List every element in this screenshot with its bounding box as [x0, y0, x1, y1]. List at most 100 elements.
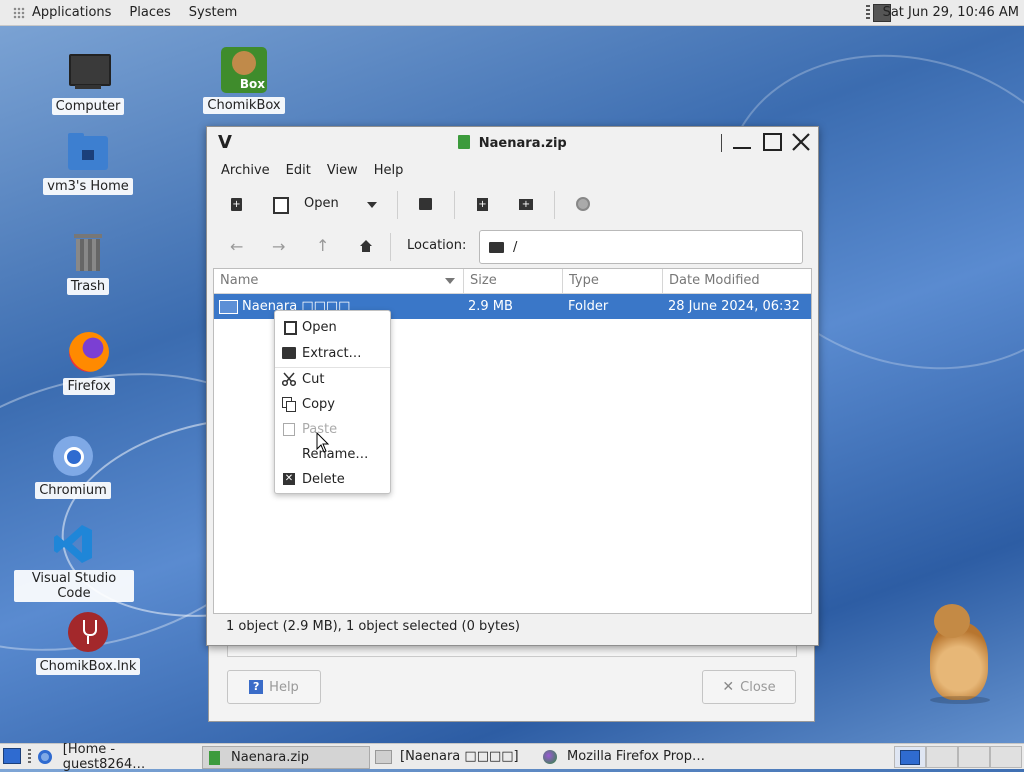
desktop-icon-trash[interactable]: Trash: [28, 230, 148, 295]
taskbar-item-folder[interactable]: [Naenara □□□□]: [375, 746, 535, 767]
clock[interactable]: Sat Jun 29, 10:46 AM: [883, 5, 1019, 20]
system-menu[interactable]: System: [180, 5, 246, 20]
open-archive-icon[interactable]: [273, 197, 289, 214]
sort-arrow-icon: [445, 278, 455, 284]
context-item-label: Copy: [302, 396, 335, 412]
context-item-rename[interactable]: Rename…: [275, 442, 390, 466]
context-item-label: Delete: [302, 471, 345, 487]
context-item-delete[interactable]: ✕ Delete: [275, 467, 390, 491]
row-size: 2.9 MB: [468, 299, 513, 314]
home-folder-icon: [66, 130, 110, 174]
context-item-cut[interactable]: Cut: [275, 367, 390, 391]
forward-icon[interactable]: →: [272, 237, 285, 256]
maximize-icon[interactable]: [763, 133, 782, 151]
help-icon: ?: [249, 680, 264, 694]
firefox-icon: [67, 330, 111, 374]
column-date[interactable]: Date Modified: [663, 269, 811, 293]
add-folder-icon[interactable]: +: [519, 199, 533, 210]
desktop-icon-label: vm3's Home: [43, 178, 133, 195]
minimize-icon[interactable]: [733, 147, 751, 149]
window-title-area: Naenara.zip: [207, 135, 818, 151]
desktop-icon-vscode[interactable]: Visual Studio Code: [14, 522, 134, 602]
desktop-icon-computer[interactable]: Computer: [28, 50, 148, 115]
window-titlebar[interactable]: V Naenara.zip: [207, 127, 818, 159]
navigation-bar: ← → ↑ Location: /: [207, 227, 818, 267]
vscode-icon: [52, 522, 96, 566]
desktop-icon-label: ChomikBox.lnk: [35, 658, 141, 675]
taskbar: [Home - guest8264… Naenara.zip [Naenara …: [0, 742, 1024, 772]
extract-icon[interactable]: [419, 198, 432, 210]
stop-icon[interactable]: [576, 197, 590, 211]
menu-archive[interactable]: Archive: [213, 163, 278, 178]
places-menu[interactable]: Places: [120, 5, 179, 20]
chomikbox-icon: Box: [221, 47, 267, 93]
taskbar-item-chromium[interactable]: [Home - guest8264…: [38, 742, 198, 772]
menubar: Archive Edit View Help: [213, 163, 411, 178]
desktop-icon-chomikbox[interactable]: Box ChomikBox: [184, 47, 304, 114]
desktop-icon-label: Chromium: [35, 482, 111, 499]
workspace-4[interactable]: [990, 746, 1022, 768]
paste-icon: [282, 422, 296, 436]
workspace-3[interactable]: [958, 746, 990, 768]
column-name[interactable]: Name: [214, 269, 464, 293]
home-icon[interactable]: [359, 239, 373, 253]
toolbar: + Open + +: [207, 187, 818, 223]
computer-icon: [66, 50, 111, 94]
folder-row-icon: [219, 300, 238, 314]
copy-icon: [282, 397, 296, 412]
column-type[interactable]: Type: [563, 269, 663, 293]
column-name-label: Name: [220, 273, 259, 288]
column-size[interactable]: Size: [464, 269, 563, 293]
desktop-icon-label: Trash: [66, 278, 110, 295]
desktop-icon-firefox[interactable]: Firefox: [29, 330, 149, 395]
context-item-extract[interactable]: Extract…: [275, 341, 390, 365]
taskbar-item-archive[interactable]: Naenara.zip: [202, 746, 370, 769]
folder-icon: [375, 749, 392, 764]
workspace-2[interactable]: [926, 746, 958, 768]
up-icon[interactable]: ↑: [316, 236, 329, 255]
chomikbox-badge: Box: [239, 77, 265, 91]
desktop-icon-label: Firefox: [63, 378, 115, 395]
context-item-label: Rename…: [302, 446, 369, 462]
taskbar-item-firefox[interactable]: Mozilla Firefox Prop…: [543, 746, 713, 767]
taskbar-item-label: [Home - guest8264…: [62, 741, 146, 772]
open-dropdown-icon[interactable]: [366, 201, 378, 209]
desktop-icon-chomikbox-lnk[interactable]: ChomikBox.lnk: [28, 610, 148, 675]
firefox-prop-icon: [543, 749, 557, 764]
top-panel: Applications Places System Sat Jun 29, 1…: [0, 0, 1024, 26]
folder-icon: [489, 241, 504, 253]
chromium-icon: [38, 749, 52, 764]
context-item-paste[interactable]: Paste: [275, 417, 390, 441]
desktop-icon-home[interactable]: vm3's Home: [28, 130, 148, 195]
close-button[interactable]: ✕ Close: [702, 670, 796, 704]
close-icon: ✕: [722, 679, 735, 695]
context-item-open[interactable]: Open: [275, 315, 390, 339]
status-bar: 1 object (2.9 MB), 1 object selected (0 …: [226, 619, 520, 634]
location-path: /: [513, 239, 518, 255]
taskbar-item-label: [Naenara □□□□]: [400, 749, 519, 764]
desktop-icon-label: ChomikBox: [203, 97, 285, 114]
open-button-label[interactable]: Open: [304, 196, 339, 211]
close-label: Close: [740, 679, 776, 695]
menu-help[interactable]: Help: [366, 163, 412, 178]
new-archive-icon[interactable]: +: [231, 198, 242, 211]
desktop-icon-chromium[interactable]: Chromium: [13, 434, 133, 499]
window-close-icon[interactable]: [791, 132, 811, 152]
location-field[interactable]: /: [479, 230, 803, 264]
menu-view[interactable]: View: [319, 163, 366, 178]
applications-menu[interactable]: Applications: [23, 5, 120, 20]
help-button[interactable]: ? Help: [227, 670, 321, 704]
workspace-1[interactable]: [894, 746, 926, 768]
archive-icon: [458, 135, 471, 149]
back-icon[interactable]: ←: [230, 237, 243, 256]
column-size-label: Size: [470, 273, 497, 288]
context-menu: Open Extract… Cut Copy Paste Rename… ✕ D…: [274, 310, 391, 494]
location-label: Location:: [407, 238, 467, 253]
menu-edit[interactable]: Edit: [278, 163, 319, 178]
add-files-icon[interactable]: +: [477, 198, 488, 211]
context-item-copy[interactable]: Copy: [275, 392, 390, 416]
open-icon: [282, 320, 297, 335]
column-date-label: Date Modified: [669, 273, 760, 288]
toolbar-separator: [397, 191, 398, 219]
show-desktop-icon[interactable]: [3, 748, 21, 764]
